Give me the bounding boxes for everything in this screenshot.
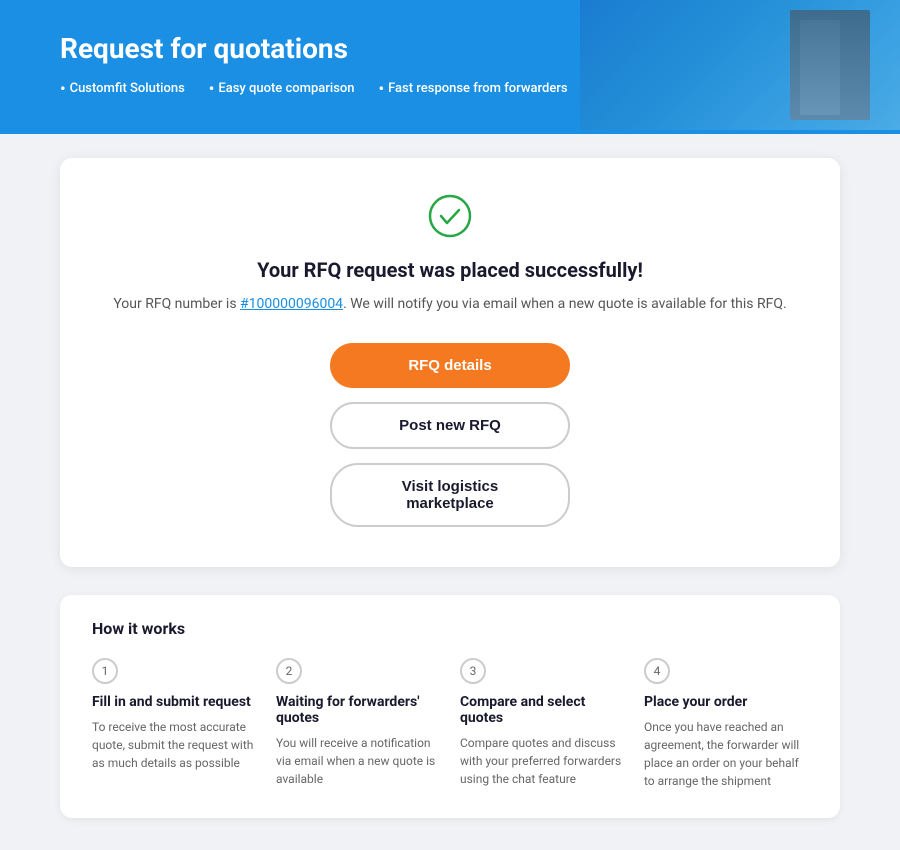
step-1-title: Fill in and submit request <box>92 694 256 710</box>
hero-feature-1: Customfit Solutions <box>60 79 185 98</box>
success-check-icon <box>428 194 472 238</box>
step-2: 2 Waiting for forwarders' quotes You wil… <box>276 658 440 790</box>
step-4-desc: Once you have reached an agreement, the … <box>644 718 808 790</box>
step-4-number: 4 <box>644 658 670 684</box>
hero-section: Request for quotations Customfit Solutio… <box>0 0 900 134</box>
success-card: Your RFQ request was placed successfully… <box>60 158 840 567</box>
step-1: 1 Fill in and submit request To receive … <box>92 658 256 790</box>
step-4: 4 Place your order Once you have reached… <box>644 658 808 790</box>
step-2-desc: You will receive a notification via emai… <box>276 734 440 788</box>
desc-suffix: . We will notify you via email when a ne… <box>343 296 787 312</box>
hero-feature-3: Fast response from forwarders <box>379 79 568 98</box>
hero-features: Customfit Solutions Easy quote compariso… <box>60 79 840 98</box>
step-2-number: 2 <box>276 658 302 684</box>
page-title: Request for quotations <box>60 32 840 65</box>
rfq-number-link[interactable]: #100000096004 <box>240 296 343 312</box>
how-it-works-section: How it works 1 Fill in and submit reques… <box>60 595 840 818</box>
hero-feature-2: Easy quote comparison <box>209 79 355 98</box>
success-title: Your RFQ request was placed successfully… <box>100 258 800 282</box>
step-3: 3 Compare and select quotes Compare quot… <box>460 658 624 790</box>
main-content: Your RFQ request was placed successfully… <box>0 134 900 850</box>
desc-prefix: Your RFQ number is <box>113 296 240 312</box>
step-3-desc: Compare quotes and discuss with your pre… <box>460 734 624 788</box>
step-3-number: 3 <box>460 658 486 684</box>
post-new-rfq-button[interactable]: Post new RFQ <box>330 402 570 449</box>
how-it-works-title: How it works <box>92 619 808 638</box>
step-2-title: Waiting for forwarders' quotes <box>276 694 440 726</box>
step-1-number: 1 <box>92 658 118 684</box>
rfq-details-button[interactable]: RFQ details <box>330 343 570 388</box>
hero-background <box>580 0 900 130</box>
step-4-title: Place your order <box>644 694 808 710</box>
success-description: Your RFQ number is #100000096004. We wil… <box>100 294 800 315</box>
steps-container: 1 Fill in and submit request To receive … <box>92 658 808 790</box>
step-1-desc: To receive the most accurate quote, subm… <box>92 718 256 772</box>
visit-marketplace-button[interactable]: Visit logistics marketplace <box>330 463 570 527</box>
step-3-title: Compare and select quotes <box>460 694 624 726</box>
